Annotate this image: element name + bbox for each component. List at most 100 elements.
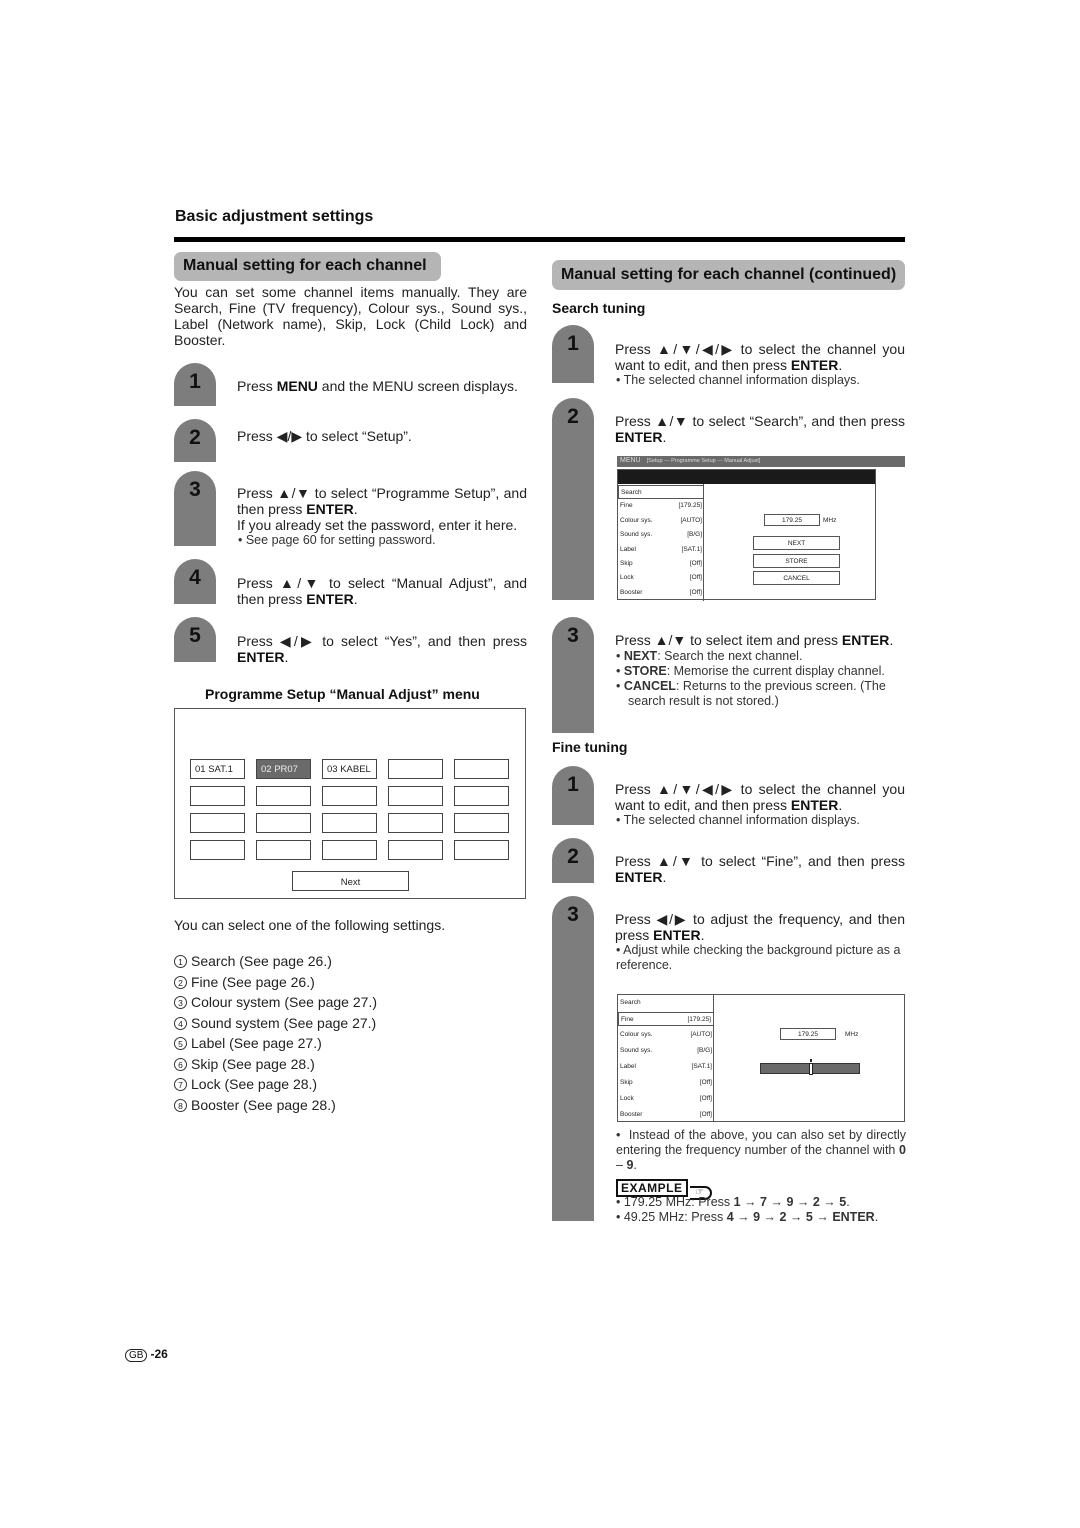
step-instruction: Press ◀/▶ to select “Yes”, and then pres… — [237, 633, 527, 665]
step-instruction: Press ▲/▼ to select “Fine”, and then pre… — [615, 853, 905, 885]
channel-cell[interactable] — [190, 786, 245, 806]
channel-cell[interactable] — [190, 813, 245, 833]
channel-cell[interactable] — [256, 840, 311, 860]
step-text-part: Press ▲/▼ to select “Programme Setup”, a… — [237, 485, 527, 517]
direct-entry-text: Instead of the above, you can also set b… — [616, 1128, 906, 1157]
channel-cell[interactable] — [454, 840, 509, 860]
settings-list-item: 5 Label (See page 27.) — [174, 1033, 377, 1054]
channel-cell[interactable] — [256, 813, 311, 833]
channel-cell[interactable] — [388, 813, 443, 833]
step-note: • See page 60 for setting password. — [238, 533, 436, 547]
channel-cell[interactable]: 03 KABEL — [322, 759, 377, 779]
circled-number: 2 — [174, 975, 187, 989]
osd-item-value: [Off] — [689, 574, 702, 582]
step-number-tab: 3 — [552, 617, 594, 733]
example-frequency: 49.25 MHz: Press — [623, 1210, 727, 1224]
osd-item-label: Lock — [620, 574, 634, 582]
channel-cell[interactable] — [322, 840, 377, 860]
osd-frequency-unit: MHz — [823, 517, 837, 524]
bullet: • — [616, 664, 624, 678]
osd-menu-item[interactable]: Fine [179.25] — [618, 1012, 714, 1026]
search-option: • NEXT: Search the next channel. — [616, 649, 906, 664]
osd-menu-item[interactable]: Sound sys. [B/G] — [618, 528, 704, 542]
osd-menu-item[interactable]: Sound sys. [B/G] — [618, 1044, 714, 1058]
osd-menu-label: MENU — [620, 457, 641, 464]
channel-cell[interactable] — [256, 786, 311, 806]
osd-menu-item[interactable]: Booster [Off] — [618, 586, 704, 600]
channel-cell[interactable] — [454, 813, 509, 833]
osd-item-value: [SAT.1] — [691, 1063, 712, 1070]
step-text-part: Press ▲/▼ to select item and press — [615, 632, 842, 648]
arrow: → — [740, 1195, 761, 1209]
step-number-tab: 2 — [552, 838, 594, 883]
key-name: ENTER — [615, 869, 663, 885]
key-name: ENTER — [306, 591, 354, 607]
channel-cell[interactable]: 01 SAT.1 — [190, 759, 245, 779]
key-name: ENTER — [841, 632, 890, 648]
osd-menu-item[interactable]: Lock [Off] — [618, 571, 704, 585]
step-instruction: Press ▲/▼ to select “Search”, and then p… — [615, 413, 905, 445]
arrow: → — [766, 1195, 787, 1209]
step-body: Press ▲/▼ to select “Manual Adjust”, and… — [237, 575, 527, 607]
osd-item-value: [179.25] — [687, 1016, 712, 1023]
right-heading: Manual setting for each channel (continu… — [552, 260, 905, 290]
channel-cell[interactable]: 02 PR07 — [256, 759, 311, 779]
osd-menu-item[interactable]: Booster [Off] — [618, 1108, 714, 1122]
osd-item-label: Skip — [620, 1079, 633, 1086]
osd-menu-item[interactable]: Skip [Off] — [618, 1076, 714, 1090]
channel-cell[interactable] — [388, 786, 443, 806]
step-instruction: Press ◀/▶ to select “Setup”. — [237, 428, 412, 444]
settings-intro: You can select one of the following sett… — [174, 917, 446, 933]
osd-menu-item[interactable]: Colour sys. [AUTO] — [618, 514, 704, 528]
intro-text: You can set some channel items manually.… — [174, 284, 527, 348]
osd-menu-item[interactable]: Search — [618, 996, 714, 1010]
osd-store-button[interactable]: STORE — [753, 554, 840, 568]
step-instruction: Press ▲/▼/◀/▶ to select the channel you … — [615, 781, 905, 813]
next-button[interactable]: Next — [292, 871, 409, 891]
step-note: • The selected channel information displ… — [616, 373, 860, 387]
slider-handle[interactable] — [809, 1063, 813, 1075]
dash: – — [616, 1158, 627, 1172]
step-number-tab: 4 — [174, 559, 216, 604]
channel-cell[interactable] — [454, 759, 509, 779]
step-text-part: Press ◀/▶ to select “Yes”, and then pres… — [237, 633, 527, 649]
step-body: Press ▲/▼/◀/▶ to select the channel you … — [615, 341, 905, 388]
osd-item-label: Search — [621, 489, 642, 496]
settings-item-text: Fine (See page 26.) — [191, 973, 315, 990]
osd-menu-item[interactable]: Search — [618, 485, 704, 499]
osd-menu-item[interactable]: Label [SAT.1] — [618, 543, 704, 557]
osd-menu-list: Search Fine [179.25] Colour sys. [AUTO] Sound… — [618, 484, 704, 601]
settings-list-item: 4 Sound system (See page 27.) — [174, 1013, 377, 1034]
osd-menu-item[interactable]: Colour sys. [AUTO] — [618, 1028, 714, 1042]
osd-menu-item[interactable]: Label [SAT.1] — [618, 1060, 714, 1074]
key-0: 0 — [899, 1143, 906, 1157]
osd-menu-item[interactable]: Lock [Off] — [618, 1092, 714, 1106]
channel-cell[interactable] — [322, 786, 377, 806]
key-name: ENTER — [790, 357, 839, 373]
osd-item-value: [179.25] — [678, 502, 703, 510]
channel-cell[interactable] — [388, 840, 443, 860]
bullet: • — [616, 649, 624, 663]
osd-frequency-field[interactable]: 179.25 — [764, 514, 820, 526]
osd-item-value: [SAT.1] — [681, 545, 702, 553]
settings-item-text: Booster (See page 28.) — [191, 1096, 336, 1113]
channel-cell[interactable] — [322, 813, 377, 833]
search-option: • STORE: Memorise the current display ch… — [616, 664, 906, 679]
osd-menu-item[interactable]: Fine [179.25] — [618, 499, 704, 513]
settings-list-item: 7 Lock (See page 28.) — [174, 1074, 377, 1095]
osd-item-label: Label — [620, 545, 636, 553]
osd-menu-item[interactable]: Skip [Off] — [618, 557, 704, 571]
channel-cell[interactable] — [454, 786, 509, 806]
step-note: • Adjust while checking the background p… — [616, 943, 901, 972]
channel-cell[interactable] — [190, 840, 245, 860]
fine-tuning-slider[interactable] — [760, 1059, 860, 1075]
osd-cancel-button[interactable]: CANCEL — [753, 571, 840, 585]
osd-fine-screen: Search Fine [179.25] Colour sys. [AUTO] Sound… — [617, 994, 905, 1122]
settings-item-text: Skip (See page 28.) — [191, 1055, 315, 1072]
channel-cell[interactable] — [388, 759, 443, 779]
period: . — [846, 1195, 850, 1209]
osd-next-button[interactable]: NEXT — [753, 536, 840, 550]
osd-search-screen: Search Fine [179.25] Colour sys. [AUTO] Sound… — [617, 469, 876, 601]
period: . — [633, 1158, 637, 1172]
osd-fine-frequency-field[interactable]: 179.25 — [780, 1028, 836, 1040]
